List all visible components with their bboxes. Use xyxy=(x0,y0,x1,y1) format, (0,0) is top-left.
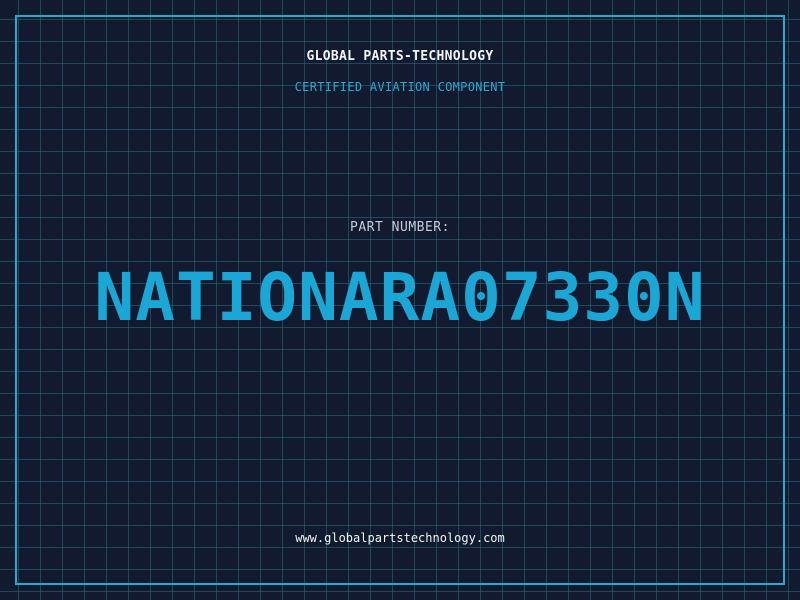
website-link[interactable]: www.globalpartstechnology.com xyxy=(0,531,800,545)
certification-subtitle: CERTIFIED AVIATION COMPONENT xyxy=(294,80,506,94)
part-card: GLOBAL PARTS-TECHNOLOGY CERTIFIED AVIATI… xyxy=(0,0,800,600)
company-name: GLOBAL PARTS-TECHNOLOGY xyxy=(306,49,494,64)
part-number-label: PART NUMBER: xyxy=(350,220,450,235)
part-number-value: NATIONARA07330N xyxy=(94,259,706,336)
